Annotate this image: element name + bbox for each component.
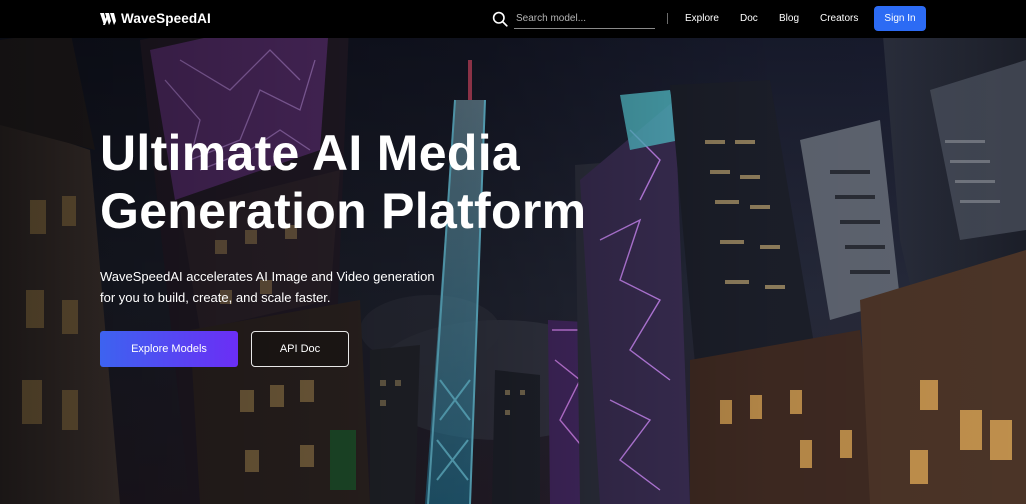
search-icon[interactable] xyxy=(492,11,508,27)
explore-models-button[interactable]: Explore Models xyxy=(100,331,238,367)
nav-link-explore[interactable]: Explore xyxy=(685,12,719,25)
hero-title-line-2: Generation Platform xyxy=(100,183,587,239)
hero-title: Ultimate AI Media Generation Platform xyxy=(100,124,700,240)
hero-title-line-1: Ultimate AI Media xyxy=(100,125,520,181)
logo-text: WaveSpeedAI xyxy=(121,11,211,26)
top-navigation-bar: WaveSpeedAI Explore Doc Blog Creators Si… xyxy=(0,0,1026,38)
search-bar xyxy=(492,9,655,29)
wavespeed-logo-icon xyxy=(100,13,116,25)
nav-divider xyxy=(667,13,668,24)
hero-subtitle-line-1: WaveSpeedAI accelerates AI Image and Vid… xyxy=(100,269,435,284)
logo-link[interactable]: WaveSpeedAI xyxy=(100,11,211,27)
hero-subtitle-line-2: for you to build, create, and scale fast… xyxy=(100,290,331,305)
page: WaveSpeedAI Explore Doc Blog Creators Si… xyxy=(0,0,1026,504)
search-input[interactable] xyxy=(514,9,655,29)
api-doc-button[interactable]: API Doc xyxy=(251,331,349,367)
nav-link-creators[interactable]: Creators xyxy=(820,12,858,25)
hero-dark-overlay xyxy=(0,0,1026,504)
sign-in-button[interactable]: Sign In xyxy=(874,6,926,31)
nav-link-blog[interactable]: Blog xyxy=(779,12,799,25)
nav-link-doc[interactable]: Doc xyxy=(740,12,758,25)
hero-subtitle: WaveSpeedAI accelerates AI Image and Vid… xyxy=(100,266,480,308)
